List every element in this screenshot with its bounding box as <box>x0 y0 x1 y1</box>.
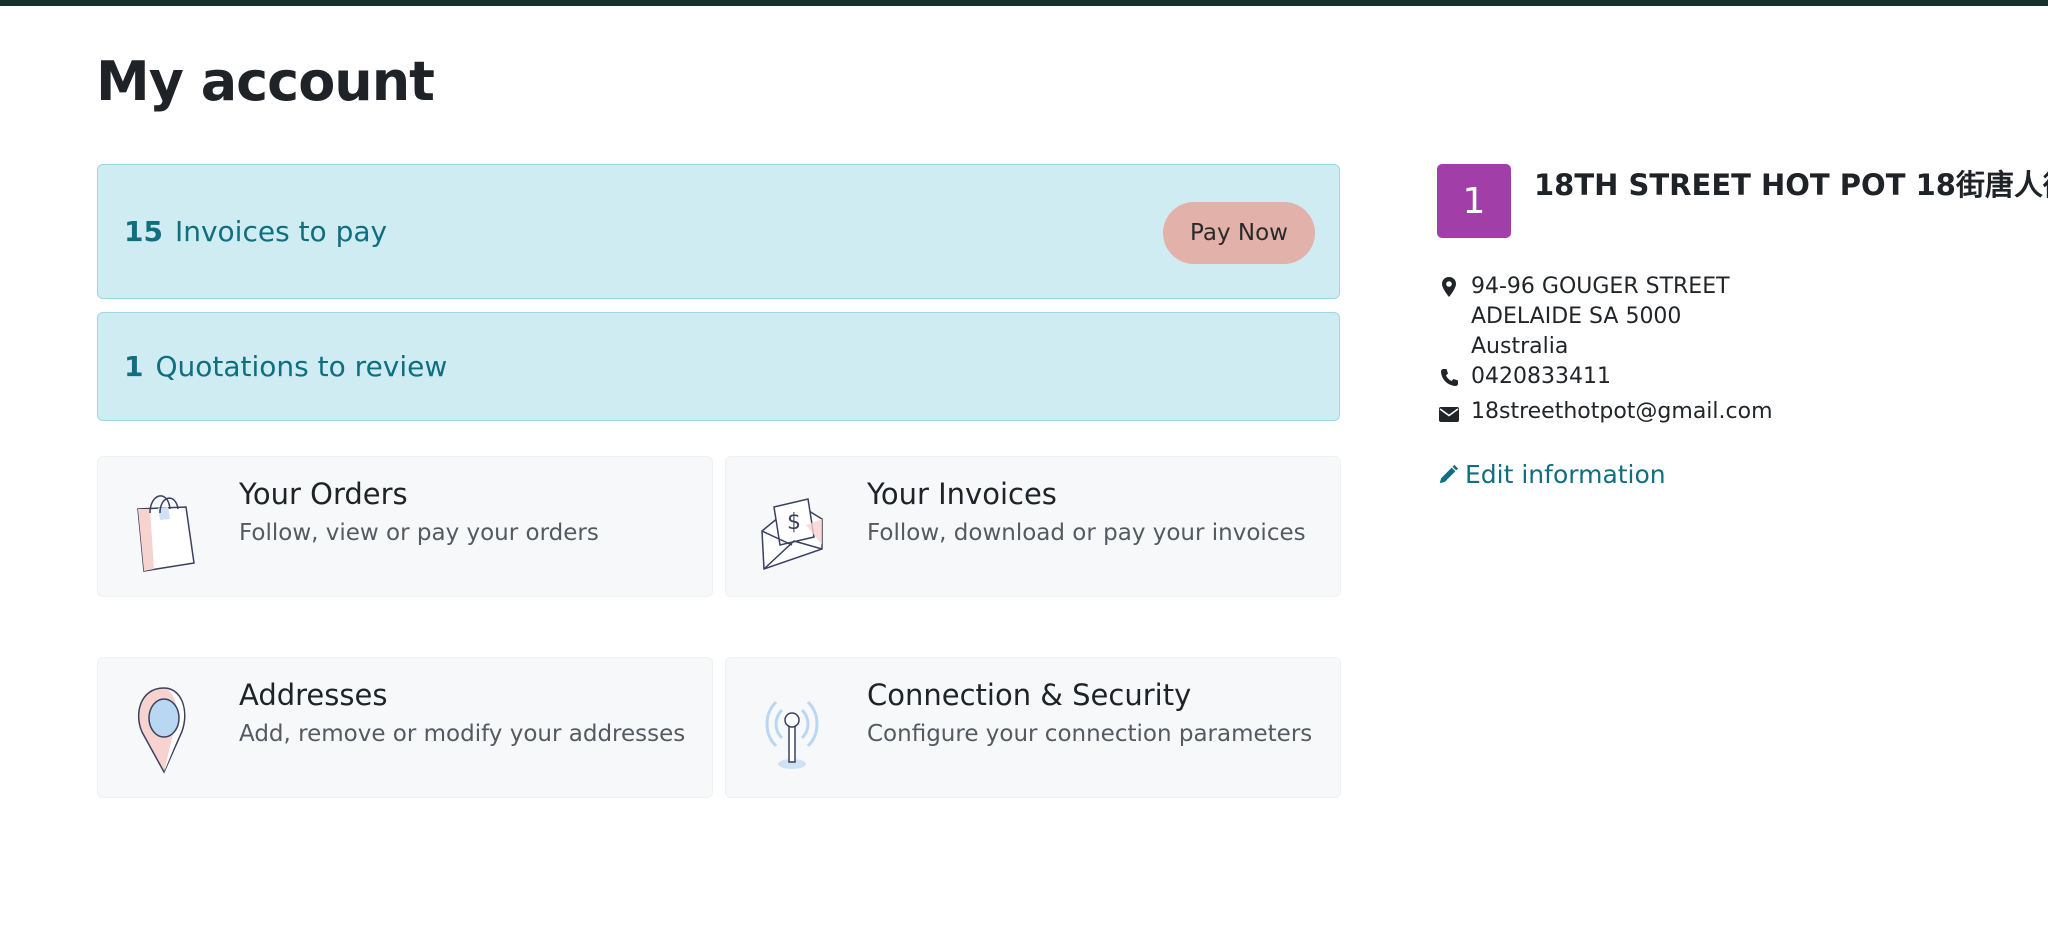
invoices-count: 15 <box>124 215 163 248</box>
invoices-to-pay-alert[interactable]: 15 Invoices to pay Pay Now <box>97 164 1340 299</box>
pencil-icon <box>1439 464 1459 484</box>
address-line-1: 94-96 GOUGER STREET <box>1471 274 1730 299</box>
card-description: Follow, view or pay your orders <box>239 520 599 546</box>
quotations-to-review-alert[interactable]: 1 Quotations to review <box>97 312 1340 421</box>
card-description: Configure your connection parameters <box>867 721 1313 747</box>
page-title: My account <box>96 50 435 113</box>
card-description: Add, remove or modify your addresses <box>239 721 686 747</box>
phone-icon <box>1441 369 1458 386</box>
address-line-3: Australia <box>1471 334 1569 359</box>
map-marker-icon <box>1442 277 1456 297</box>
map-pin-icon <box>138 687 186 774</box>
your-invoices-card[interactable]: $ Your Invoices Follow, download or pay … <box>725 456 1341 597</box>
card-title: Addresses <box>239 678 388 712</box>
phone-number: 0420833411 <box>1471 364 1611 389</box>
card-title: Your Orders <box>239 477 408 511</box>
connection-security-card[interactable]: Connection & Security Configure your con… <box>725 657 1341 798</box>
your-orders-card[interactable]: Your Orders Follow, view or pay your ord… <box>97 456 713 597</box>
svg-text:$: $ <box>787 510 801 535</box>
edit-information-label[interactable]: Edit information <box>1465 460 1666 489</box>
card-description: Follow, download or pay your invoices <box>867 520 1306 546</box>
pay-now-button[interactable]: Pay Now <box>1163 202 1315 264</box>
invoices-label[interactable]: Invoices to pay <box>175 215 387 248</box>
email-address: 18streethotpot@gmail.com <box>1471 399 1773 424</box>
card-title: Connection & Security <box>867 678 1192 712</box>
quotations-label[interactable]: Quotations to review <box>155 350 447 383</box>
addresses-card[interactable]: Addresses Add, remove or modify your add… <box>97 657 713 798</box>
shopping-bag-icon <box>137 495 195 572</box>
invoice-envelope-icon: $ <box>761 498 823 571</box>
envelope-icon <box>1439 407 1459 422</box>
quotations-count: 1 <box>124 350 144 383</box>
company-name: 18TH STREET HOT POT 18街唐人街 <box>1534 168 2048 202</box>
edit-information-link[interactable]: Edit information <box>1437 460 1666 489</box>
top-bar <box>0 0 2048 6</box>
avatar: 1 <box>1437 164 1511 238</box>
antenna-icon <box>765 700 819 769</box>
address-line-2: ADELAIDE SA 5000 <box>1471 304 1682 329</box>
card-title: Your Invoices <box>867 477 1057 511</box>
